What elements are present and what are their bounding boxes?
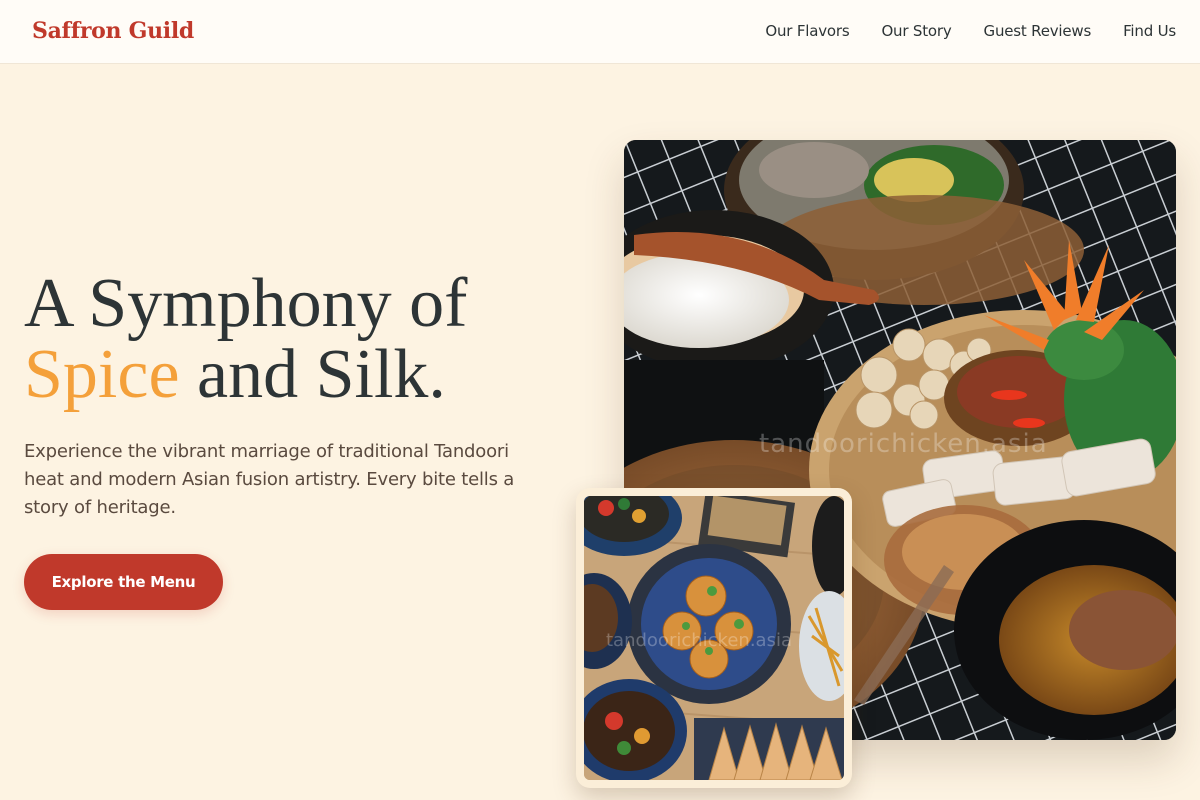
- nav-item-our-flavors[interactable]: Our Flavors: [765, 22, 849, 40]
- hero-title-accent: Spice: [24, 336, 180, 413]
- hero-title-line2: and Silk.: [179, 336, 446, 413]
- overlay-food-photo: tandoorichicken.asia: [584, 496, 844, 780]
- main-photo-watermark: tandoorichicken.asia: [759, 429, 1048, 459]
- nav-item-our-story[interactable]: Our Story: [881, 22, 951, 40]
- explore-menu-button[interactable]: Explore the Menu: [24, 554, 223, 610]
- brand-logo[interactable]: Saffron Guild: [32, 18, 194, 44]
- hero-title-line1: A Symphony of: [24, 265, 468, 342]
- overlay-food-photo-frame: tandoorichicken.asia: [576, 488, 852, 788]
- site-header: Saffron Guild Our Flavors Our Story Gues…: [0, 0, 1200, 64]
- hero-title: A Symphony of Spice and Silk.: [24, 268, 467, 410]
- main-nav: Our Flavors Our Story Guest Reviews Find…: [765, 22, 1176, 40]
- nav-item-guest-reviews[interactable]: Guest Reviews: [984, 22, 1092, 40]
- nav-item-find-us[interactable]: Find Us: [1123, 22, 1176, 40]
- hero-description: Experience the vibrant marriage of tradi…: [24, 441, 515, 518]
- overlay-photo-watermark: tandoorichicken.asia: [606, 630, 792, 651]
